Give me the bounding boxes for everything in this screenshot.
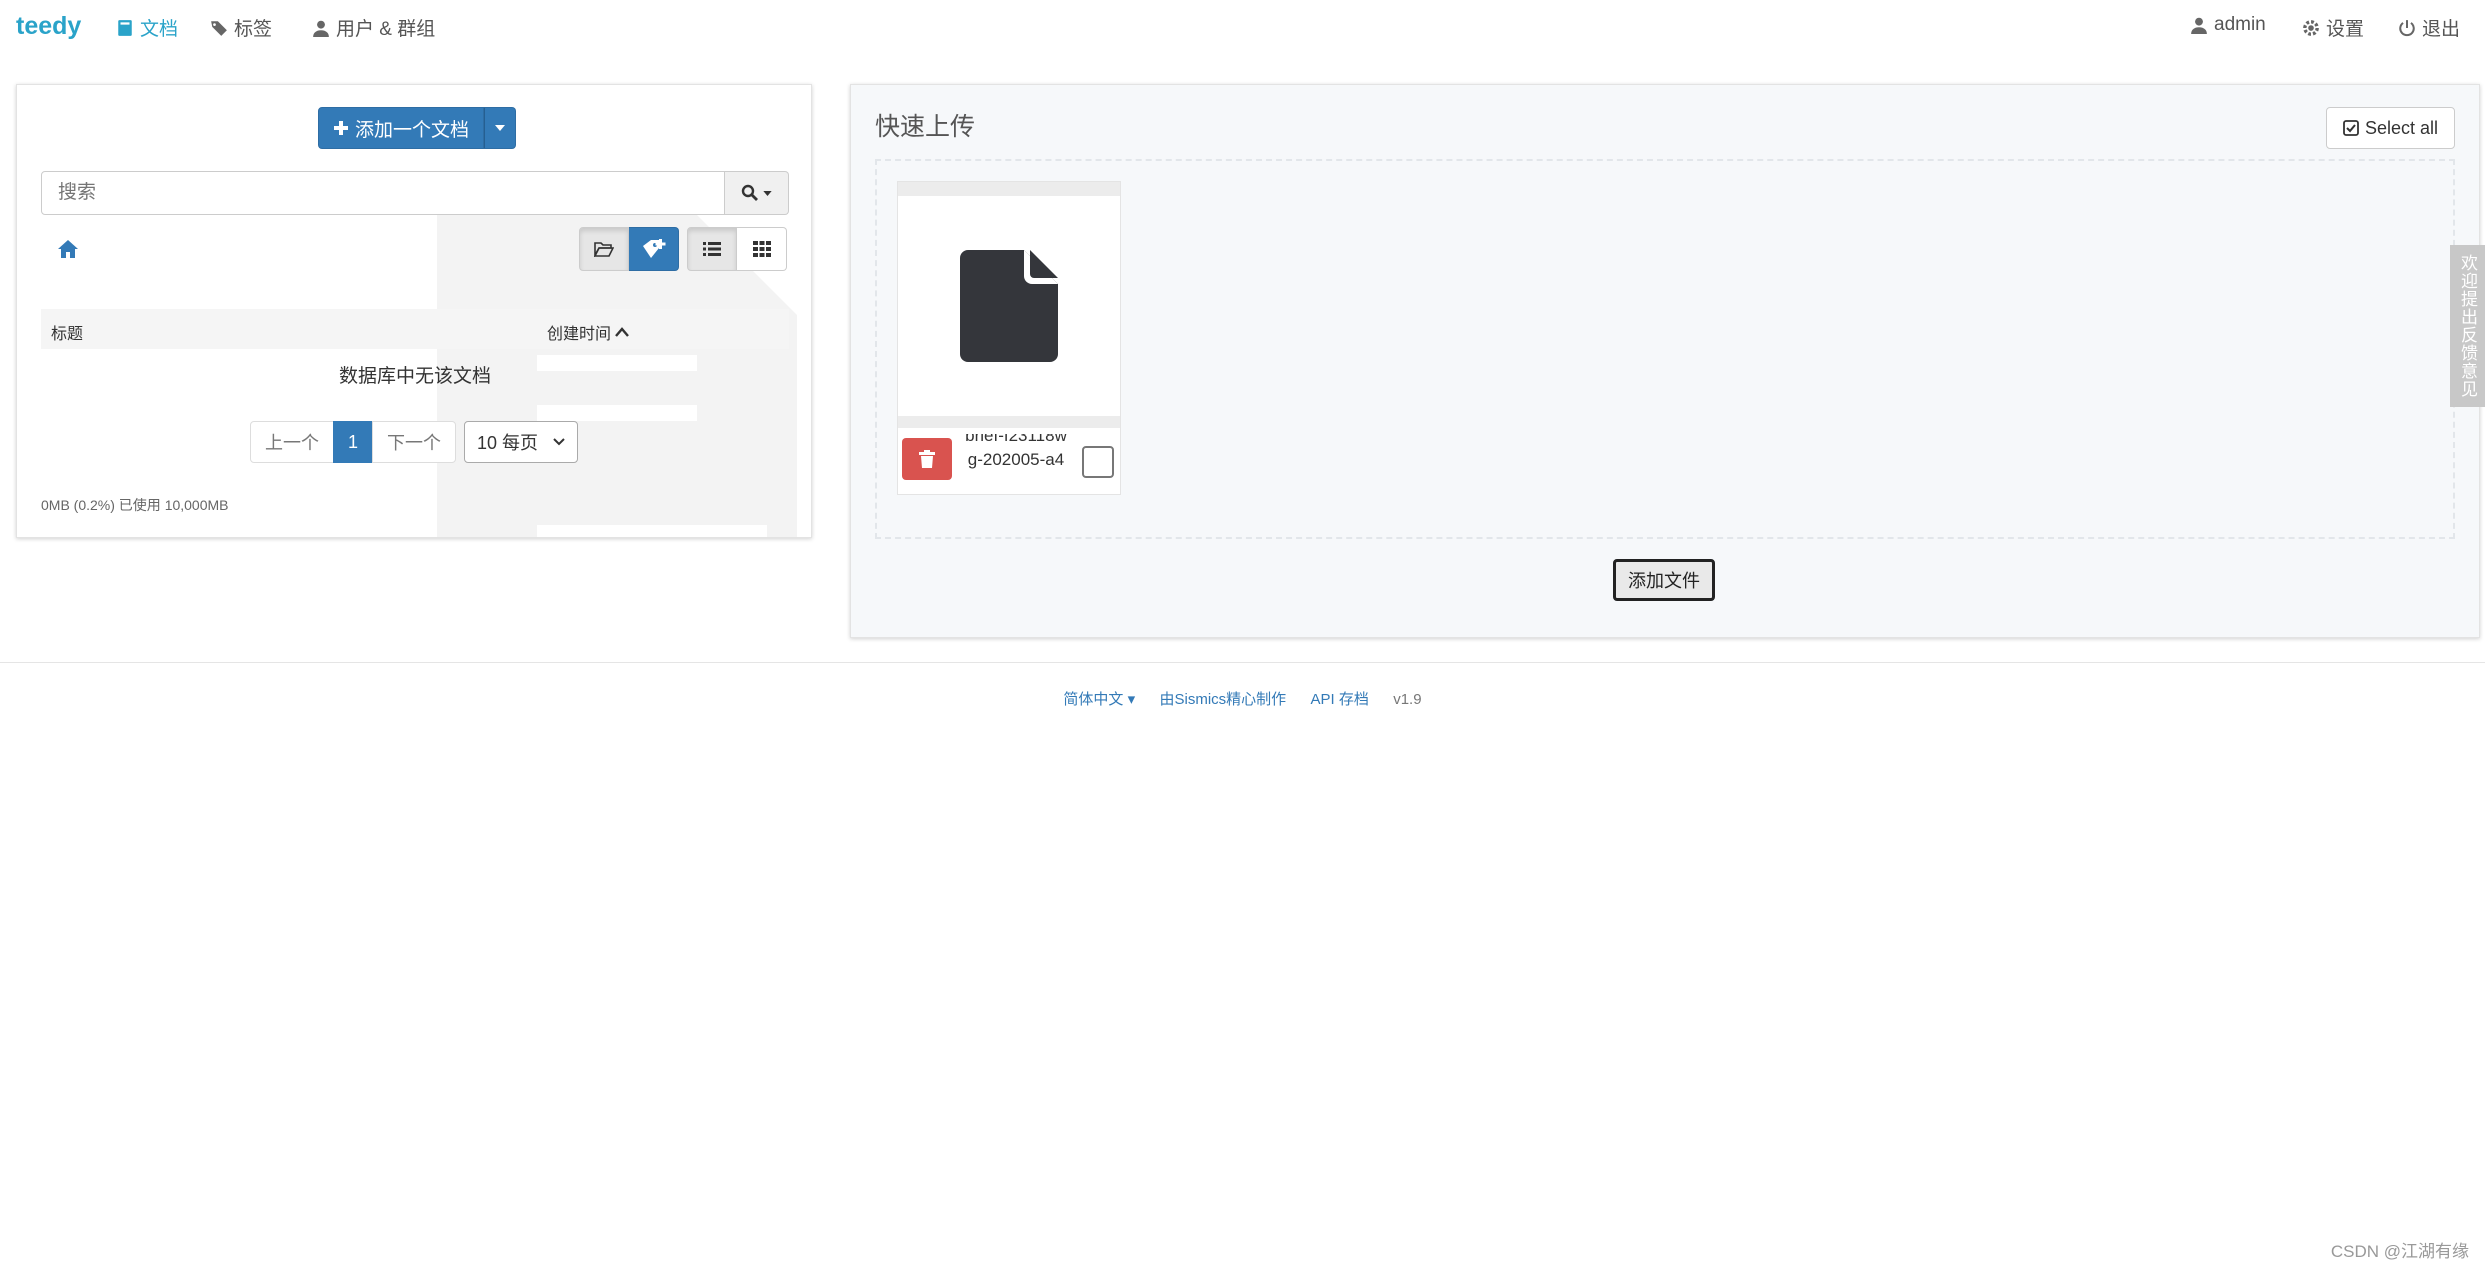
select-all-label: Select all: [2364, 117, 2438, 138]
top-navbar: teedy 文档 标签 用户 & 群组 admin 设置 退出: [0, 0, 2485, 56]
list-view-button[interactable]: [687, 227, 737, 271]
nav-tags-label: 标签: [234, 19, 273, 40]
column-title[interactable]: 标题: [51, 320, 83, 344]
file-select-checkbox[interactable]: [1082, 446, 1114, 478]
file-card: brief-f23118wg-202005-a4: [897, 181, 1121, 495]
language-label: 简体中文: [1063, 691, 1124, 708]
delete-file-button[interactable]: [902, 438, 952, 480]
nav-logout[interactable]: 退出: [2398, 14, 2460, 41]
caret-down-icon: [763, 190, 772, 196]
nav-users-groups-label: 用户 & 群组: [336, 19, 436, 40]
display-mode-group: [687, 227, 787, 271]
file-name: brief-f23118wg-202005-a4: [965, 434, 1067, 469]
nav-documents[interactable]: 文档: [116, 14, 178, 41]
quick-upload-panel: 快速上传 Select all brief-f23118wg-202005-a4…: [850, 84, 2480, 638]
tags-icon: [211, 20, 227, 36]
pagination-prev[interactable]: 上一个: [250, 421, 334, 463]
version-label: v1.9: [1393, 691, 1422, 708]
nav-tags[interactable]: 标签: [210, 14, 272, 41]
feedback-tab[interactable]: 欢迎提出反馈意见: [2450, 245, 2485, 407]
footer: 简体中文 ▾ 由Sismics精心制作 API 存档 v1.9: [0, 688, 2485, 709]
tag-view-button[interactable]: [629, 227, 679, 271]
nav-documents-label: 文档: [140, 19, 179, 40]
chevron-up-icon: [615, 327, 629, 337]
book-icon: [118, 19, 132, 36]
nav-username: admin: [2214, 14, 2266, 35]
column-created-label: 创建时间: [547, 326, 612, 343]
empty-documents-message: 数据库中无该文档: [338, 366, 491, 387]
caret-down-icon: [495, 125, 506, 131]
power-icon: [2399, 19, 2415, 36]
nav-settings[interactable]: 设置: [2302, 14, 2364, 41]
documents-panel: 添加一个文档 标题 创建时间 数: [16, 84, 812, 538]
footer-divider: [0, 662, 2485, 663]
chevron-down-icon: [553, 438, 565, 446]
user-icon: [2191, 17, 2207, 34]
upload-dropzone[interactable]: brief-f23118wg-202005-a4: [875, 159, 2455, 539]
tag-plus-icon: [642, 239, 665, 258]
select-all-button[interactable]: Select all: [2325, 107, 2455, 149]
documents-table-header: 标题 创建时间: [41, 309, 789, 349]
add-document-label: 添加一个文档: [355, 119, 470, 141]
file-thumbnail[interactable]: [898, 182, 1120, 428]
search-icon: [741, 184, 758, 201]
nav-users-groups[interactable]: 用户 & 群组: [312, 14, 435, 41]
user-icon: [313, 20, 329, 37]
api-docs-link[interactable]: API 存档: [1311, 691, 1369, 708]
view-mode-group: [579, 227, 679, 271]
search-input[interactable]: [41, 171, 725, 215]
storage-quota: 0MB (0.2%) 已使用 10,000MB: [41, 497, 229, 513]
column-created-date[interactable]: 创建时间: [547, 320, 629, 344]
nav-logout-label: 退出: [2422, 19, 2461, 40]
folder-view-button[interactable]: [579, 227, 629, 271]
language-selector[interactable]: 简体中文 ▾: [1063, 691, 1135, 708]
pagination-next[interactable]: 下一个: [372, 421, 457, 463]
folder-open-icon: [594, 242, 614, 257]
trash-icon: [919, 450, 935, 468]
home-icon[interactable]: [57, 239, 79, 259]
nav-settings-label: 设置: [2326, 19, 2365, 40]
file-icon: [960, 250, 1058, 362]
add-document-dropdown-toggle[interactable]: [484, 107, 517, 149]
add-document-button[interactable]: 添加一个文档: [318, 107, 485, 149]
made-by-link[interactable]: 由Sismics精心制作: [1159, 691, 1286, 708]
search-options-button[interactable]: [725, 171, 789, 215]
csdn-watermark: CSDN @江湖有缘: [2330, 1242, 2469, 1261]
grid-view-button[interactable]: [737, 227, 787, 271]
quick-upload-title: 快速上传: [875, 113, 976, 141]
pagination-page-current[interactable]: 1: [333, 421, 374, 463]
search-bar: [41, 171, 789, 215]
plus-icon: [334, 121, 348, 135]
check-square-icon: [2343, 120, 2359, 136]
add-file-button[interactable]: 添加文件: [1613, 559, 1715, 601]
list-icon: [703, 242, 721, 256]
per-page-value: 10 每页: [477, 433, 539, 453]
brand-logo[interactable]: teedy: [16, 12, 81, 41]
grid-icon: [752, 241, 771, 257]
per-page-select[interactable]: 10 每页: [464, 421, 578, 463]
add-document-group: 添加一个文档: [318, 107, 517, 149]
nav-user-account[interactable]: admin: [2190, 14, 2266, 36]
pagination: 上一个 1 下一个: [250, 421, 457, 463]
gear-icon: [2303, 19, 2319, 36]
